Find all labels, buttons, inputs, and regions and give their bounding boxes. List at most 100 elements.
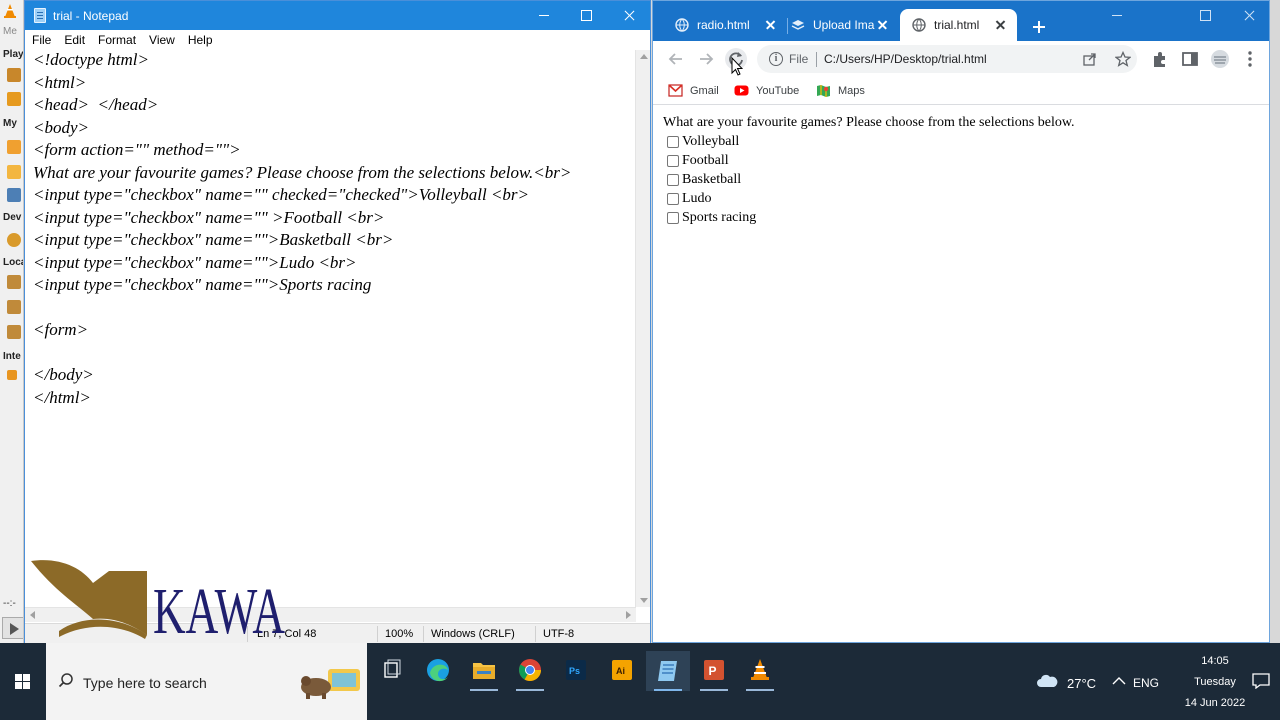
chevron-up-icon[interactable] <box>1112 676 1126 686</box>
tab-close-icon[interactable] <box>875 18 889 32</box>
maps-icon <box>817 85 830 97</box>
back-arrow-icon[interactable] <box>665 48 687 70</box>
notepad-app[interactable] <box>646 651 690 691</box>
picture-icon <box>7 188 21 202</box>
media-icon <box>7 92 21 106</box>
music-icon <box>7 165 21 179</box>
notepad-window: trial - Notepad File Edit Format View Help <… <box>24 0 651 643</box>
powerpoint-app[interactable]: P <box>692 651 736 691</box>
taskbar: Type here to search Ps Ai P 27°C ENG 14:… <box>0 643 1280 720</box>
close-button[interactable] <box>1227 1 1271 31</box>
menu-help[interactable]: Help <box>188 30 213 47</box>
illustrator-icon[interactable]: Ai <box>600 651 644 691</box>
more-menu-icon[interactable] <box>1239 48 1261 70</box>
windows-start-icon[interactable] <box>0 643 46 720</box>
stack-icon <box>791 20 805 30</box>
menu-file[interactable]: File <box>32 30 51 47</box>
forward-arrow-icon[interactable] <box>695 48 717 70</box>
tab-radio-html[interactable]: radio.html <box>663 9 787 41</box>
web-page-content: What are your favourite games? Please ch… <box>653 106 1269 642</box>
network-icon <box>7 325 21 339</box>
url-scheme: File <box>789 52 809 66</box>
notepad-title-bar[interactable]: trial - Notepad <box>25 1 650 30</box>
line-ending: Windows (CRLF) <box>431 628 515 640</box>
play-button[interactable] <box>2 617 23 639</box>
code-line: <input type="checkbox" name="" checked="… <box>33 185 529 204</box>
side-panel-icon[interactable] <box>1179 48 1201 70</box>
maximize-button[interactable] <box>564 1 608 30</box>
powerpoint-icon: P <box>704 660 724 680</box>
status-divider <box>377 626 378 642</box>
new-tab-button[interactable] <box>1027 15 1051 39</box>
code-line: <input type="checkbox" name="" >Football… <box>33 207 385 227</box>
task-view-icon[interactable] <box>370 651 414 691</box>
checkbox[interactable] <box>667 155 679 167</box>
code-line: <!doctype html> <box>33 50 149 69</box>
bookmark-star-icon[interactable] <box>1115 51 1131 67</box>
bg-app-label: My <box>3 118 17 129</box>
extensions-icon[interactable] <box>1149 48 1171 70</box>
search-placeholder: Type here to search <box>83 675 207 691</box>
kawa-logo-text: KAWA <box>153 575 285 643</box>
network-icon <box>7 275 21 289</box>
weather-cloud-icon[interactable] <box>1036 673 1058 689</box>
checkbox[interactable] <box>667 174 679 186</box>
file-explorer-app[interactable] <box>462 651 506 691</box>
menu-edit[interactable]: Edit <box>64 30 85 47</box>
clock-date[interactable]: 14 Jun 2022 <box>1182 697 1248 709</box>
language-indicator[interactable]: ENG <box>1133 676 1159 690</box>
tab-upload-image[interactable]: Upload Ima <box>779 9 899 41</box>
vertical-scrollbar[interactable] <box>635 50 650 607</box>
address-bar[interactable]: i File C:/Users/HP/Desktop/trial.html <box>757 45 1137 73</box>
checkbox[interactable] <box>667 136 679 148</box>
running-indicator <box>746 689 774 691</box>
vlc-app[interactable] <box>738 651 782 691</box>
code-line: What are your favourite games? Please ch… <box>33 162 572 182</box>
weather-temperature[interactable]: 27°C <box>1067 676 1096 691</box>
svg-text:P: P <box>709 664 717 678</box>
option-label: Sports racing <box>682 210 757 225</box>
notification-center-icon[interactable] <box>1252 673 1270 689</box>
search-highlight-illustration-icon <box>301 669 360 699</box>
checkbox[interactable] <box>667 193 679 205</box>
bg-app-time: --:- <box>3 598 16 609</box>
mouse-pointer-icon <box>731 57 743 76</box>
globe-icon <box>912 18 926 32</box>
globe-icon <box>675 18 689 32</box>
menu-view[interactable]: View <box>149 30 175 47</box>
bg-app-label: Loca <box>3 257 23 268</box>
profile-avatar-icon[interactable] <box>1209 48 1231 70</box>
option-label: Football <box>682 153 729 168</box>
option-label: Ludo <box>682 191 712 206</box>
question-text: What are your favourite games? Please ch… <box>663 115 1075 130</box>
tab-close-icon[interactable] <box>993 18 1007 32</box>
clock-time[interactable]: 14:05 <box>1182 655 1248 667</box>
clock-day[interactable]: Tuesday <box>1182 676 1248 688</box>
photoshop-icon[interactable]: Ps <box>554 651 598 691</box>
minimize-button[interactable] <box>522 1 566 30</box>
maximize-button[interactable] <box>1183 1 1227 31</box>
taskbar-search-box[interactable]: Type here to search <box>46 643 367 720</box>
tab-label: radio.html <box>697 18 750 32</box>
svg-text:Ai: Ai <box>616 666 625 676</box>
tab-trial-html[interactable]: trial.html <box>900 9 1017 41</box>
close-button[interactable] <box>607 1 651 30</box>
menu-format[interactable]: Format <box>98 30 136 47</box>
minimize-button[interactable] <box>1095 1 1139 31</box>
option-label: Volleyball <box>682 134 740 149</box>
checkbox[interactable] <box>667 212 679 224</box>
edge-icon[interactable] <box>416 651 460 691</box>
site-info-icon[interactable]: i <box>769 52 783 66</box>
code-line: <form> <box>33 320 89 339</box>
running-indicator <box>654 689 682 691</box>
running-indicator <box>516 689 544 691</box>
code-line: </html> <box>33 387 91 407</box>
share-icon[interactable] <box>1082 51 1098 67</box>
code-line: <html> <box>33 72 87 92</box>
chrome-app[interactable] <box>508 651 552 691</box>
notepad-text-area[interactable]: <!doctype html> <html> <head> </head> <b… <box>25 50 636 607</box>
address-divider <box>816 52 817 67</box>
tab-close-icon[interactable] <box>763 18 777 32</box>
code-line: <input type="checkbox" name="">Ludo <br> <box>33 252 357 272</box>
youtube-icon <box>734 85 749 96</box>
